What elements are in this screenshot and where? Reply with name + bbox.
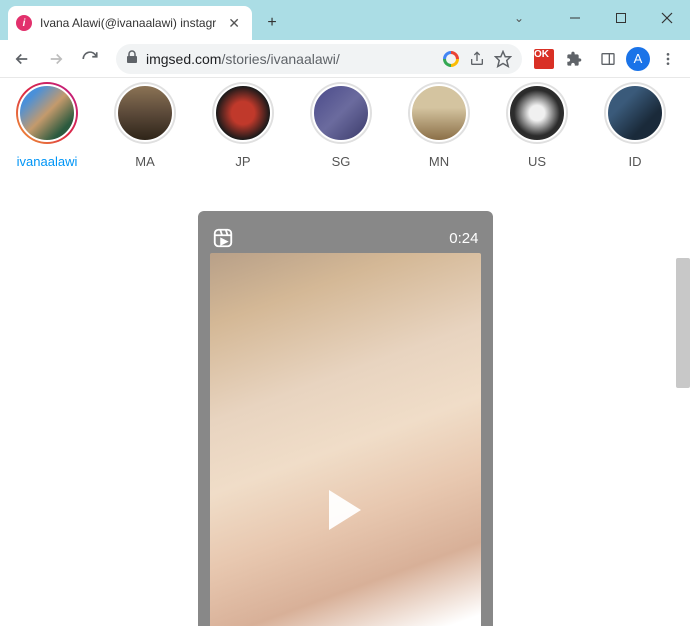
google-search-icon[interactable]: [442, 50, 460, 68]
story-avatar: [508, 84, 566, 142]
story-label: US: [528, 154, 546, 169]
maximize-button[interactable]: [598, 0, 644, 36]
url-text: imgsed.com/stories/ivanaalawi/: [146, 51, 434, 67]
browser-toolbar: imgsed.com/stories/ivanaalawi/ OK A: [0, 40, 690, 78]
profile-avatar[interactable]: A: [626, 47, 650, 71]
story-viewer[interactable]: 0:24: [198, 211, 493, 626]
story-item-jp[interactable]: JP: [208, 82, 278, 169]
forward-button[interactable]: [40, 43, 72, 75]
reel-duration: 0:24: [449, 230, 478, 247]
browser-tab[interactable]: i Ivana Alawi(@ivanaalawi) instagr ✕: [8, 6, 252, 40]
close-tab-icon[interactable]: ✕: [224, 15, 244, 32]
back-button[interactable]: [6, 43, 38, 75]
stories-row: ivanaalawi MA JP SG MN US ID: [0, 78, 690, 181]
story-label: JP: [235, 154, 250, 169]
story-avatar: [606, 84, 664, 142]
tab-title: Ivana Alawi(@ivanaalawi) instagr: [40, 16, 216, 30]
story-label: MN: [429, 154, 449, 169]
story-label: SG: [332, 154, 351, 169]
extensions-puzzle-icon[interactable]: [558, 43, 590, 75]
story-item-sg[interactable]: SG: [306, 82, 376, 169]
scrollbar-thumb[interactable]: [676, 258, 690, 388]
story-item-mn[interactable]: MN: [404, 82, 474, 169]
story-label: MA: [135, 154, 155, 169]
tab-favicon: i: [16, 15, 32, 31]
menu-dots-icon[interactable]: [652, 43, 684, 75]
chevron-down-icon[interactable]: ⌄: [496, 0, 542, 36]
close-window-button[interactable]: [644, 0, 690, 36]
reel-media: [210, 253, 481, 626]
reload-button[interactable]: [74, 43, 106, 75]
bookmark-star-icon[interactable]: [494, 50, 512, 68]
page-content: ivanaalawi MA JP SG MN US ID: [0, 78, 690, 626]
share-icon[interactable]: [468, 50, 486, 68]
story-avatar: [116, 84, 174, 142]
address-bar[interactable]: imgsed.com/stories/ivanaalawi/: [116, 44, 522, 74]
window-titlebar: i Ivana Alawi(@ivanaalawi) instagr ✕ + ⌄: [0, 0, 690, 40]
story-item-id[interactable]: ID: [600, 82, 670, 169]
story-avatar: [410, 84, 468, 142]
minimize-button[interactable]: [552, 0, 598, 36]
story-avatar: [214, 84, 272, 142]
new-tab-button[interactable]: +: [258, 9, 286, 37]
play-icon[interactable]: [329, 490, 361, 530]
extension-redbox-icon[interactable]: OK: [532, 47, 556, 71]
reels-icon: [212, 227, 234, 249]
story-item-ma[interactable]: MA: [110, 82, 180, 169]
story-label: ivanaalawi: [17, 154, 78, 169]
story-label: ID: [629, 154, 642, 169]
story-item-us[interactable]: US: [502, 82, 572, 169]
story-item-ivanaalawi[interactable]: ivanaalawi: [12, 82, 82, 169]
side-panel-icon[interactable]: [592, 43, 624, 75]
story-avatar: [312, 84, 370, 142]
story-avatar: [18, 84, 76, 142]
lock-icon: [126, 50, 138, 67]
